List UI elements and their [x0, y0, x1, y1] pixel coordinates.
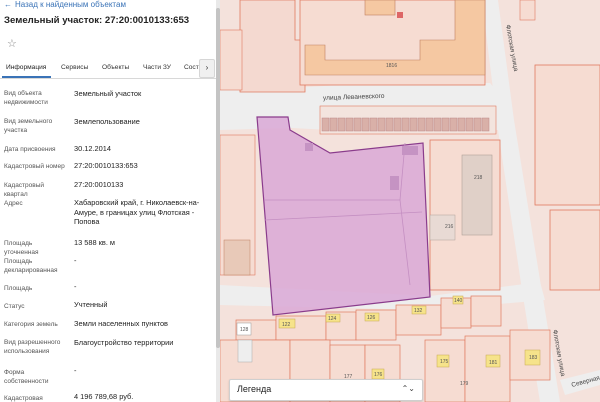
building — [223, 239, 251, 276]
tab-objects[interactable]: Объекты — [102, 64, 129, 71]
field-label: Площадь — [4, 285, 33, 292]
field-label: Адрес — [4, 200, 23, 207]
land-parcel — [519, 0, 536, 21]
field-value: - — [74, 282, 77, 291]
land-parcel — [549, 209, 600, 291]
building — [390, 176, 399, 190]
field-label: Дата присвоения — [4, 146, 56, 153]
parcel-number: 128 — [240, 327, 249, 333]
field-value: - — [74, 256, 77, 265]
panel-scrollbar[interactable] — [216, 0, 220, 402]
field-label: Площадь декларированная — [4, 258, 58, 274]
field-value: Землепользование — [74, 117, 140, 126]
building — [305, 143, 313, 151]
tab-info[interactable]: Информация — [6, 64, 46, 71]
back-link-label: Назад к найденным объектам — [15, 0, 126, 9]
scrollbar-thumb[interactable] — [216, 8, 220, 348]
parcel-number: 218 — [474, 175, 483, 181]
parcel-number: 126 — [367, 315, 376, 321]
garage-units — [321, 117, 490, 132]
parcel-number: 1816 — [386, 63, 397, 69]
parcel-number: 124 — [328, 316, 337, 322]
building — [237, 339, 253, 363]
field-label: Вид земельного участка — [4, 118, 53, 134]
parcel-number: 179 — [460, 381, 469, 387]
field-value address-value: Хабаровский край, г. Николаевск-на-Амуре… — [74, 198, 200, 226]
field-value: Благоустройство территории — [74, 338, 174, 347]
cadastral-map[interactable]: улица Леваневского Флотская улица Флотск… — [220, 0, 600, 402]
land-parcel — [534, 64, 600, 206]
legend-label: Легенда — [237, 384, 272, 394]
parcel-number: 122 — [282, 322, 291, 328]
arrow-left-icon: ← — [4, 0, 12, 9]
tab-services[interactable]: Сервисы — [61, 64, 88, 71]
star-icon[interactable]: ☆ — [7, 37, 17, 50]
back-link[interactable]: ← Назад к найденным объектам — [4, 0, 126, 9]
field-label: Статус — [4, 303, 25, 310]
parcel-number: 176 — [374, 372, 383, 378]
map-marker — [397, 12, 403, 18]
active-tab-indicator — [2, 76, 51, 78]
tab-bar: Информация Сервисы Объекты Части ЗУ Сост — [0, 58, 216, 79]
field-label: Кадастровый номер — [4, 163, 65, 170]
building — [364, 0, 396, 16]
parcel-number: 132 — [414, 308, 423, 314]
parcel-number: 216 — [445, 224, 454, 230]
field-label: Форма собственности — [4, 369, 49, 385]
field-label: Категория земель — [4, 321, 58, 328]
land-parcel — [239, 0, 306, 93]
field-label: Вид разрешенного использования — [4, 339, 61, 355]
field-value: 30.12.2014 — [74, 144, 111, 153]
parcel-number: 175 — [440, 359, 449, 365]
legend-bar[interactable]: Легенда ⌃⌄ — [229, 379, 423, 401]
parcel-number: 140 — [454, 298, 463, 304]
expand-collapse-icon[interactable]: ⌃⌄ — [402, 384, 415, 393]
parcel-number: 183 — [529, 355, 538, 361]
field-value: 4 196 789,68 руб. — [74, 392, 134, 401]
field-value status-value: Учтенный — [74, 300, 108, 309]
field-value: Земельный участок — [74, 89, 142, 98]
parcel-number: 181 — [489, 360, 498, 366]
field-label: Кадастровый квартал — [4, 182, 45, 198]
field-label: Площадь уточненная — [4, 240, 39, 256]
tab-parts[interactable]: Части ЗУ — [143, 64, 171, 71]
field-value: 27:20:0010133 — [74, 180, 124, 189]
info-panel: ← Назад к найденным объектам Земельный уч… — [0, 0, 216, 402]
field-value: - — [74, 366, 77, 375]
field-value: 13 588 кв. м — [74, 238, 116, 247]
field-value: Земли населенных пунктов — [74, 319, 168, 328]
building — [402, 146, 418, 155]
tab-scroll-right-button[interactable]: › — [199, 59, 215, 78]
field-label: Вид объекта недвижимости — [4, 90, 48, 106]
field-value: 27:20:0010133:653 — [74, 161, 138, 170]
building — [461, 154, 493, 236]
page-title: Земельный участок: 27:20:0010133:653 — [4, 15, 190, 26]
tab-state[interactable]: Сост — [184, 64, 199, 71]
land-parcel — [220, 29, 243, 91]
field-label: Кадастровая — [4, 395, 43, 402]
